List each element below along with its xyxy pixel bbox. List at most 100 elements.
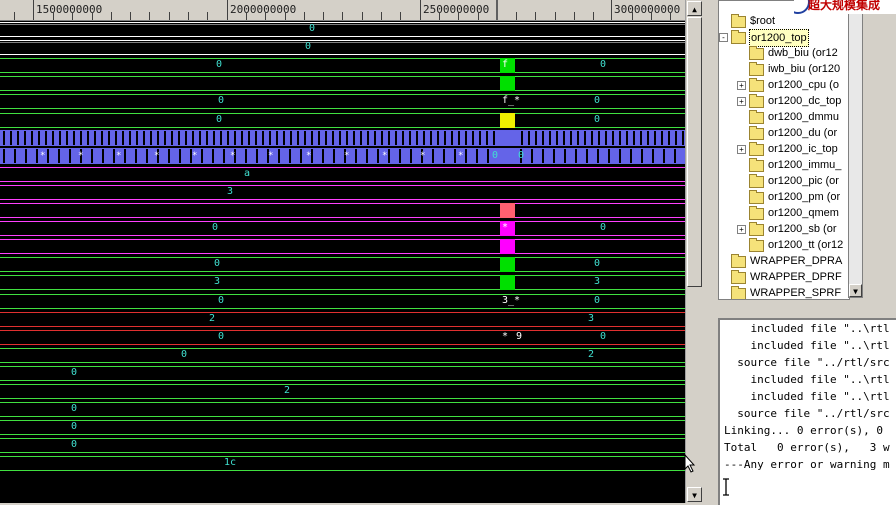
signal-value: 2 xyxy=(284,385,291,396)
ruler-minor-tick xyxy=(246,12,247,20)
tree-item[interactable]: or1200_tt (or12 xyxy=(719,237,849,253)
signal-value-after: 0 xyxy=(600,59,607,70)
bus-transition xyxy=(549,131,551,145)
signal-waveforms[interactable]: 0 0 0 f 0 0 f_* 0 0 0 * * * * * * * * * * * * 0 0 a 3 0 * 0 0 0 3 3 0 3_* 0… xyxy=(0,20,685,503)
console-output[interactable]: included file "..\rtl included file "..\… xyxy=(718,318,896,505)
bus-transition xyxy=(476,149,478,163)
signal-line xyxy=(0,348,685,349)
tree-item[interactable]: WRAPPER_SPRF xyxy=(719,285,849,299)
waveform-panel[interactable]: 1500000000 2000000000 2500000000 3000000000… xyxy=(0,0,685,503)
value-change-block[interactable] xyxy=(500,203,515,218)
ruler-minor-tick xyxy=(574,12,575,20)
signal-change-value: 3_* xyxy=(502,295,521,306)
bus-transition xyxy=(199,131,201,145)
tree-item[interactable]: WRAPPER_DPRA xyxy=(719,253,849,269)
bus-transition xyxy=(458,131,460,145)
tree-item[interactable]: + or1200_sb (or xyxy=(719,221,849,237)
value-change-block[interactable] xyxy=(500,76,515,91)
tree-item[interactable]: or1200_du (or xyxy=(719,125,849,141)
signal-value: a xyxy=(244,168,251,179)
tree-scroll-down-button[interactable]: ▼ xyxy=(849,284,862,297)
bus-transition xyxy=(234,131,236,145)
bus-transition xyxy=(366,149,368,163)
signal-change-value: f xyxy=(502,59,509,70)
scroll-up-button[interactable]: ▲ xyxy=(687,1,702,16)
tree-item[interactable]: or1200_dmmu xyxy=(719,109,849,125)
bus-transition xyxy=(59,131,61,145)
signal-value-after: 0 xyxy=(594,258,601,269)
ruler-minor-tick xyxy=(111,12,112,20)
tree-item[interactable]: iwb_biu (or120 xyxy=(719,61,849,77)
signal-shadow-line xyxy=(0,42,685,43)
signal-value: 0 xyxy=(309,23,316,34)
bus-transition xyxy=(674,149,676,163)
folder-icon xyxy=(749,94,764,108)
tree-vertical-scrollbar[interactable]: ▲ ▼ xyxy=(848,0,863,298)
value-change-block[interactable] xyxy=(500,113,515,128)
bus-transition xyxy=(465,149,467,163)
value-change-block[interactable] xyxy=(500,239,515,254)
time-ruler[interactable]: 1500000000 2000000000 2500000000 3000000000 xyxy=(0,0,685,21)
bus-transition xyxy=(94,131,96,145)
signal-value: 3 xyxy=(214,276,221,287)
bus-transition xyxy=(283,131,285,145)
hierarchy-tree[interactable]: $root - or1200_top dwb_biu (or12 iwb_biu (or… xyxy=(718,0,850,300)
expand-icon[interactable]: + xyxy=(737,225,746,234)
ruler-minor-tick xyxy=(381,12,382,20)
tree-item[interactable]: - or1200_top xyxy=(719,29,849,47)
bus-transition xyxy=(73,131,75,145)
tree-item[interactable]: WRAPPER_DPRF xyxy=(719,269,849,285)
value-change-block[interactable] xyxy=(500,275,515,290)
bus-transition xyxy=(113,149,115,163)
tree-item[interactable]: $root xyxy=(719,13,849,29)
console-line: ---Any error or warning m xyxy=(724,458,890,471)
tree-item[interactable]: or1200_qmem xyxy=(719,205,849,221)
ruler-minor-tick xyxy=(593,12,594,20)
signal-line xyxy=(0,58,685,59)
tree-item[interactable]: dwb_biu (or12 xyxy=(719,45,849,61)
bus-transition xyxy=(521,131,523,145)
bus-transition xyxy=(564,149,566,163)
ruler-label: 2500000000 xyxy=(423,3,490,16)
tree-item[interactable]: + or1200_ic_top xyxy=(719,141,849,157)
bus-transition xyxy=(129,131,131,145)
bus-transition xyxy=(633,131,635,145)
tree-item[interactable]: + or1200_dc_top xyxy=(719,93,849,109)
bus-transition xyxy=(377,149,379,163)
signal-value: 0 xyxy=(218,331,225,342)
bus-transition xyxy=(31,131,33,145)
bus-transition xyxy=(52,131,54,145)
folder-icon xyxy=(749,222,764,236)
signal-line xyxy=(0,181,685,182)
bus-transition xyxy=(575,149,577,163)
waveform-vertical-scrollbar[interactable]: ▲ ▼ xyxy=(685,0,703,503)
signal-line xyxy=(0,36,685,37)
bus-transition xyxy=(201,149,203,163)
expand-icon[interactable]: + xyxy=(737,145,746,154)
tree-item-label: or1200_immu_ xyxy=(768,159,842,171)
tree-item[interactable]: or1200_pm (or xyxy=(719,189,849,205)
collapse-icon[interactable]: - xyxy=(719,33,728,42)
ruler-minor-tick xyxy=(342,12,343,20)
folder-icon xyxy=(749,62,764,76)
bus-transition xyxy=(102,149,104,163)
expand-icon[interactable]: + xyxy=(737,81,746,90)
signal-line xyxy=(0,434,685,435)
ruler-minor-tick xyxy=(149,12,150,20)
bus-transition xyxy=(322,149,324,163)
scroll-down-button[interactable]: ▼ xyxy=(687,487,702,502)
tree-item[interactable]: + or1200_cpu (o xyxy=(719,77,849,93)
tree-item[interactable]: or1200_pic (or xyxy=(719,173,849,189)
signal-line xyxy=(0,420,685,421)
bus-transition xyxy=(245,149,247,163)
scrollbar-thumb[interactable] xyxy=(687,17,702,287)
signal-value: 0 xyxy=(71,439,78,450)
folder-icon xyxy=(731,286,746,299)
value-change-block[interactable] xyxy=(500,257,515,272)
ruler-minor-tick xyxy=(651,12,652,20)
tree-item[interactable]: or1200_immu_ xyxy=(719,157,849,173)
expand-icon[interactable]: + xyxy=(737,97,746,106)
bus-transition xyxy=(553,149,555,163)
bus-transition xyxy=(577,131,579,145)
signal-line xyxy=(0,470,685,471)
